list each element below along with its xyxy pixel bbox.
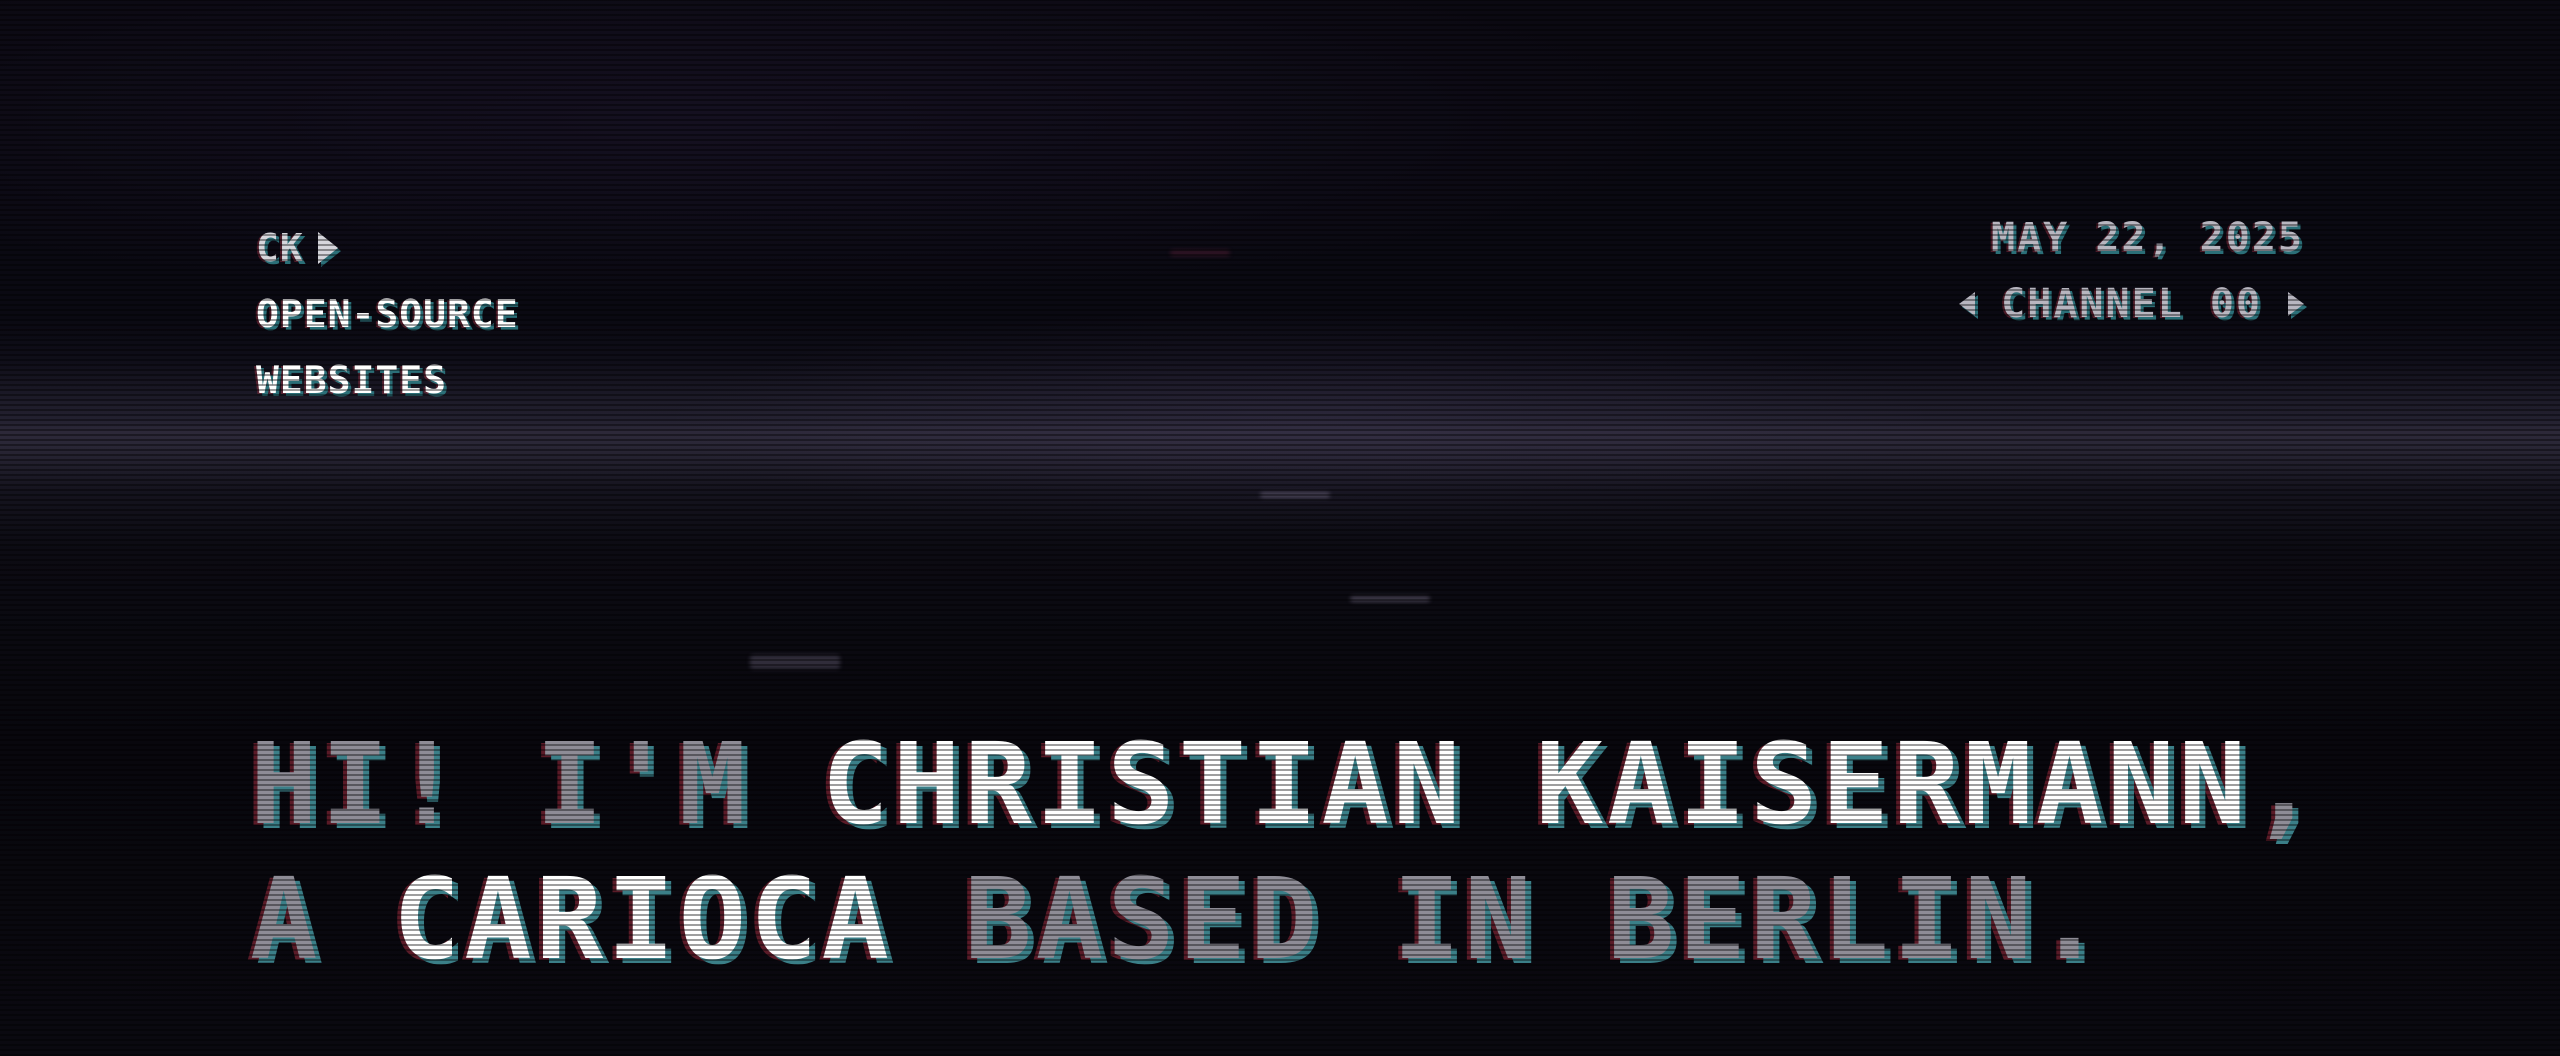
arrow-left-icon[interactable] bbox=[1959, 292, 1976, 316]
channel-selector: CHANNEL 00 bbox=[1959, 271, 2304, 337]
headline-origin: CARIOCA bbox=[392, 855, 893, 985]
noise-smear bbox=[750, 655, 840, 669]
noise-smear bbox=[1350, 596, 1430, 602]
tagline-line-2: WEBSITES bbox=[256, 358, 448, 402]
headline-line-1: HI! I'M CHRISTIAN KAISERMANN, bbox=[250, 718, 2321, 853]
headline-location: BASED IN BERLIN bbox=[964, 855, 2036, 985]
headline-punct-2: . bbox=[2035, 855, 2108, 985]
logo-text[interactable]: CK bbox=[256, 215, 304, 281]
headline-line-2: A CARIOCA BASED IN BERLIN. bbox=[250, 853, 2321, 988]
date-readout: MAY 22, 2025 bbox=[1991, 215, 2304, 261]
channel-label: CHANNEL 00 bbox=[2001, 281, 2262, 327]
play-triangle-icon bbox=[317, 232, 338, 264]
status-block: MAY 22, 2025 CHANNEL 00 bbox=[1959, 205, 2304, 337]
headline-article: A bbox=[250, 855, 322, 985]
hero-headline: HI! I'M CHRISTIAN KAISERMANN, A CARIOCA … bbox=[250, 718, 2321, 988]
arrow-right-icon[interactable] bbox=[2288, 292, 2304, 316]
tagline-line-1: OPEN-SOURCE bbox=[256, 292, 519, 336]
crt-screen: CK OPEN-SOURCE WEBSITES MAY 22, 2025 CHA… bbox=[0, 0, 2560, 1056]
headline-name: CHRISTIAN KAISERMANN bbox=[821, 720, 2251, 850]
brand-block[interactable]: CK OPEN-SOURCE WEBSITES bbox=[256, 215, 519, 413]
noise-smear bbox=[1170, 250, 1230, 256]
logo[interactable]: CK bbox=[256, 215, 519, 281]
headline-greeting: HI! I'M bbox=[250, 720, 751, 850]
noise-smear bbox=[1260, 492, 1330, 498]
headline-punct-1: , bbox=[2250, 720, 2322, 850]
